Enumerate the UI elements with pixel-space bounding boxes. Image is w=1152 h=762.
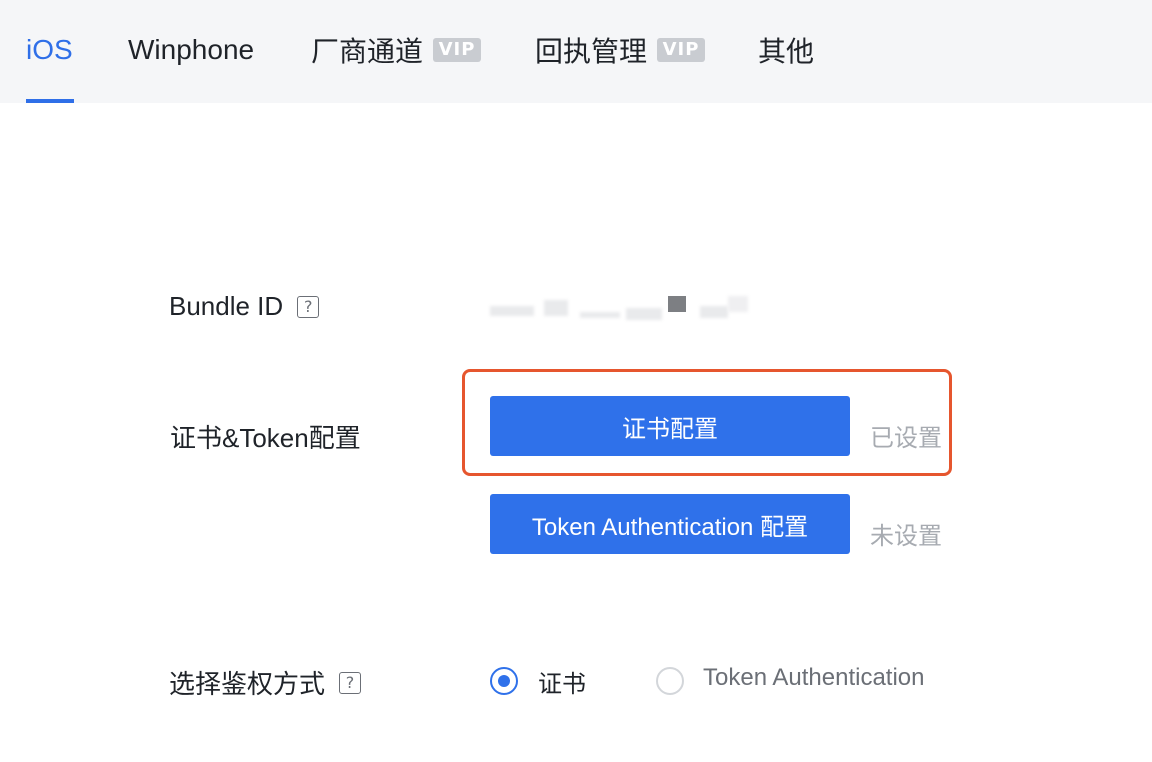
tab-receipt-management[interactable]: 回执管理 VIP xyxy=(535,30,706,70)
cert-config-button[interactable]: 证书配置 xyxy=(490,396,850,456)
cert-token-label: 证书&Token配置 xyxy=(170,423,361,453)
tab-other-label: 其他 xyxy=(758,36,815,67)
tab-ios-label: iOS xyxy=(26,34,73,65)
tab-vendor-channel-label: 厂商通道 xyxy=(311,36,424,67)
radio-checked-icon[interactable] xyxy=(490,667,518,695)
vip-badge: VIP xyxy=(657,38,706,62)
auth-method-label: 选择鉴权方式 xyxy=(169,669,326,699)
tab-ios[interactable]: iOS xyxy=(26,30,73,70)
tab-winphone-label: Winphone xyxy=(128,34,255,65)
tab-winphone[interactable]: Winphone xyxy=(128,30,254,70)
platform-tab-bar: iOS Winphone 厂商通道 VIP 回执管理 VIP 其他 xyxy=(0,0,1152,103)
tab-vendor-channel[interactable]: 厂商通道 VIP xyxy=(311,30,482,70)
auth-option-token-label[interactable]: Token Authentication xyxy=(703,664,925,692)
token-auth-config-button[interactable]: Token Authentication 配置 xyxy=(490,494,850,554)
help-icon[interactable]: ? xyxy=(339,671,362,694)
tab-other[interactable]: 其他 xyxy=(758,30,814,70)
help-icon[interactable]: ? xyxy=(297,295,320,318)
bundle-id-row-label: Bundle ID ? xyxy=(169,291,320,322)
vip-badge: VIP xyxy=(433,38,482,62)
tab-receipt-management-label: 回执管理 xyxy=(535,36,648,67)
active-tab-indicator xyxy=(26,99,74,103)
auth-method-row-label: 选择鉴权方式 ? xyxy=(169,664,362,701)
token-status: 未设置 xyxy=(870,523,942,550)
cert-status: 已设置 xyxy=(870,425,942,452)
radio-unchecked-icon[interactable] xyxy=(656,667,684,695)
bundle-id-value-redacted xyxy=(488,292,758,326)
bundle-id-label: Bundle ID xyxy=(169,291,284,321)
auth-option-certificate-label[interactable]: 证书 xyxy=(538,664,586,699)
